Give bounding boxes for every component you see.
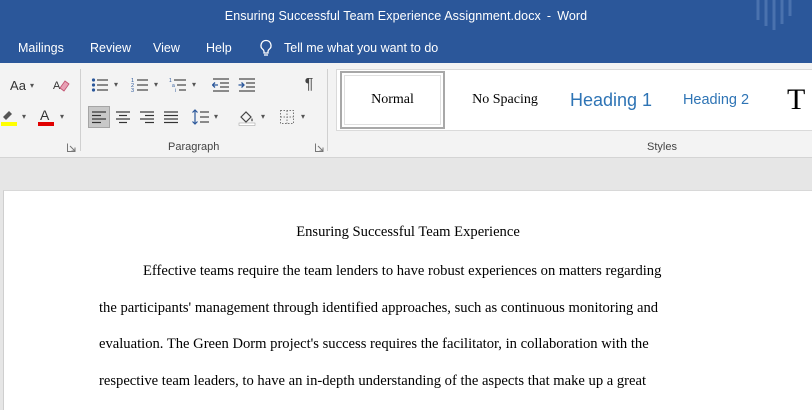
svg-text:i: i bbox=[175, 88, 176, 93]
highlighter-icon bbox=[1, 111, 17, 126]
font-color-button[interactable]: A bbox=[36, 106, 56, 128]
align-left-button[interactable] bbox=[88, 106, 110, 128]
document-title: Ensuring Successful Team Experience bbox=[296, 224, 520, 240]
title-bar: Ensuring Successful Team Experience Assi… bbox=[0, 0, 812, 34]
group-separator bbox=[327, 69, 328, 151]
group-separator bbox=[80, 69, 81, 151]
tell-me-label: Tell me what you want to do bbox=[284, 41, 439, 55]
paragraph-line: evaluation. The Green Dorm project's suc… bbox=[99, 336, 649, 352]
tell-me-search[interactable]: Tell me what you want to do bbox=[258, 39, 438, 57]
chevron-down-icon[interactable]: ▾ bbox=[22, 112, 26, 121]
decrease-indent-icon bbox=[212, 78, 229, 92]
bullets-button[interactable] bbox=[88, 74, 112, 96]
style-heading-2-label: Heading 2 bbox=[682, 92, 750, 108]
style-normal[interactable]: Normal bbox=[340, 71, 445, 129]
tab-mailings[interactable]: Mailings bbox=[18, 41, 64, 55]
paragraph-line: respective team leaders, to have an in-d… bbox=[99, 373, 647, 389]
multilevel-list-icon: 1 a i bbox=[169, 78, 186, 93]
paragraph-group-label: Paragraph bbox=[168, 141, 220, 153]
font-dialog-launcher-icon[interactable] bbox=[67, 143, 76, 152]
title-separator: - bbox=[546, 9, 552, 23]
style-no-spacing[interactable]: No Spacing bbox=[457, 71, 553, 129]
line-spacing-button[interactable] bbox=[190, 106, 212, 128]
style-title-label: T bbox=[787, 83, 806, 116]
tab-review[interactable]: Review bbox=[90, 41, 131, 55]
chevron-down-icon[interactable]: ▾ bbox=[154, 80, 158, 89]
change-case-label: Aa bbox=[10, 77, 26, 93]
align-left-icon bbox=[92, 111, 106, 124]
pilcrow-icon: ¶ bbox=[304, 76, 314, 93]
paragraph-line: the participants' management through ide… bbox=[99, 300, 659, 316]
numbering-icon: 1 2 3 bbox=[131, 78, 148, 93]
ribbon: Aa ▾ A ▾ A ▾ ▾ 1 2 3 ▾ 1 a i ▾ ¶ ▾ ▾ ▾ P… bbox=[0, 63, 812, 158]
paragraph-line: Effective teams require the team lenders… bbox=[143, 263, 662, 279]
borders-button[interactable] bbox=[276, 106, 298, 128]
increase-indent-button[interactable] bbox=[236, 74, 258, 96]
title-bar-pattern-icon bbox=[756, 0, 792, 30]
document-page[interactable]: Ensuring Successful Team Experience Effe… bbox=[3, 190, 812, 410]
borders-icon bbox=[280, 110, 294, 124]
justify-button[interactable] bbox=[160, 106, 182, 128]
chevron-down-icon[interactable]: ▾ bbox=[114, 80, 118, 89]
tab-help[interactable]: Help bbox=[206, 41, 232, 55]
eraser-icon: A bbox=[53, 80, 70, 92]
numbering-button[interactable]: 1 2 3 bbox=[128, 74, 152, 96]
svg-text:A: A bbox=[53, 80, 61, 92]
ribbon-tabs: Mailings Review View Help Tell me what y… bbox=[0, 34, 812, 63]
style-title[interactable]: T bbox=[787, 71, 812, 129]
clear-formatting-button[interactable]: A bbox=[50, 74, 72, 96]
lightbulb-icon bbox=[260, 39, 272, 56]
tab-view[interactable]: View bbox=[153, 41, 180, 55]
paragraph-dialog-launcher-icon[interactable] bbox=[315, 143, 324, 152]
style-heading-1[interactable]: Heading 1 bbox=[559, 71, 663, 129]
align-center-icon bbox=[116, 111, 130, 124]
style-heading-1-label: Heading 1 bbox=[569, 89, 653, 110]
chevron-down-icon[interactable]: ▾ bbox=[192, 80, 196, 89]
chevron-down-icon[interactable]: ▾ bbox=[60, 112, 64, 121]
highlight-color-button[interactable] bbox=[0, 106, 20, 128]
increase-indent-icon bbox=[238, 78, 255, 92]
multilevel-list-button[interactable]: 1 a i bbox=[166, 74, 190, 96]
paint-bucket-icon bbox=[238, 111, 256, 126]
align-right-icon bbox=[140, 111, 154, 124]
window-title: Ensuring Successful Team Experience Assi… bbox=[0, 9, 812, 23]
bullets-icon bbox=[91, 78, 108, 92]
show-formatting-marks-button[interactable]: ¶ bbox=[298, 74, 320, 96]
align-center-button[interactable] bbox=[112, 106, 134, 128]
shading-button[interactable] bbox=[236, 106, 258, 128]
chevron-down-icon[interactable]: ▾ bbox=[214, 112, 218, 121]
align-right-button[interactable] bbox=[136, 106, 158, 128]
app-name: Word bbox=[557, 9, 588, 23]
document-name: Ensuring Successful Team Experience Assi… bbox=[224, 9, 541, 23]
svg-text:A: A bbox=[40, 107, 50, 123]
style-heading-2[interactable]: Heading 2 bbox=[673, 71, 759, 129]
style-no-spacing-label: No Spacing bbox=[472, 92, 538, 107]
document-canvas: Ensuring Successful Team Experience Effe… bbox=[0, 158, 812, 410]
change-case-button[interactable]: Aa ▾ bbox=[4, 74, 40, 96]
styles-gallery: Normal No Spacing Heading 1 Heading 2 T bbox=[336, 69, 812, 131]
line-spacing-icon bbox=[192, 109, 209, 125]
svg-text:3: 3 bbox=[131, 88, 134, 93]
font-color-icon: A bbox=[38, 107, 54, 126]
chevron-down-icon[interactable]: ▾ bbox=[261, 112, 265, 121]
styles-group-label: Styles bbox=[647, 141, 677, 153]
justify-icon bbox=[164, 111, 178, 124]
decrease-indent-button[interactable] bbox=[210, 74, 232, 96]
style-selection-frame bbox=[344, 75, 441, 125]
chevron-down-icon[interactable]: ▾ bbox=[301, 112, 305, 121]
chevron-down-icon: ▾ bbox=[29, 80, 34, 90]
